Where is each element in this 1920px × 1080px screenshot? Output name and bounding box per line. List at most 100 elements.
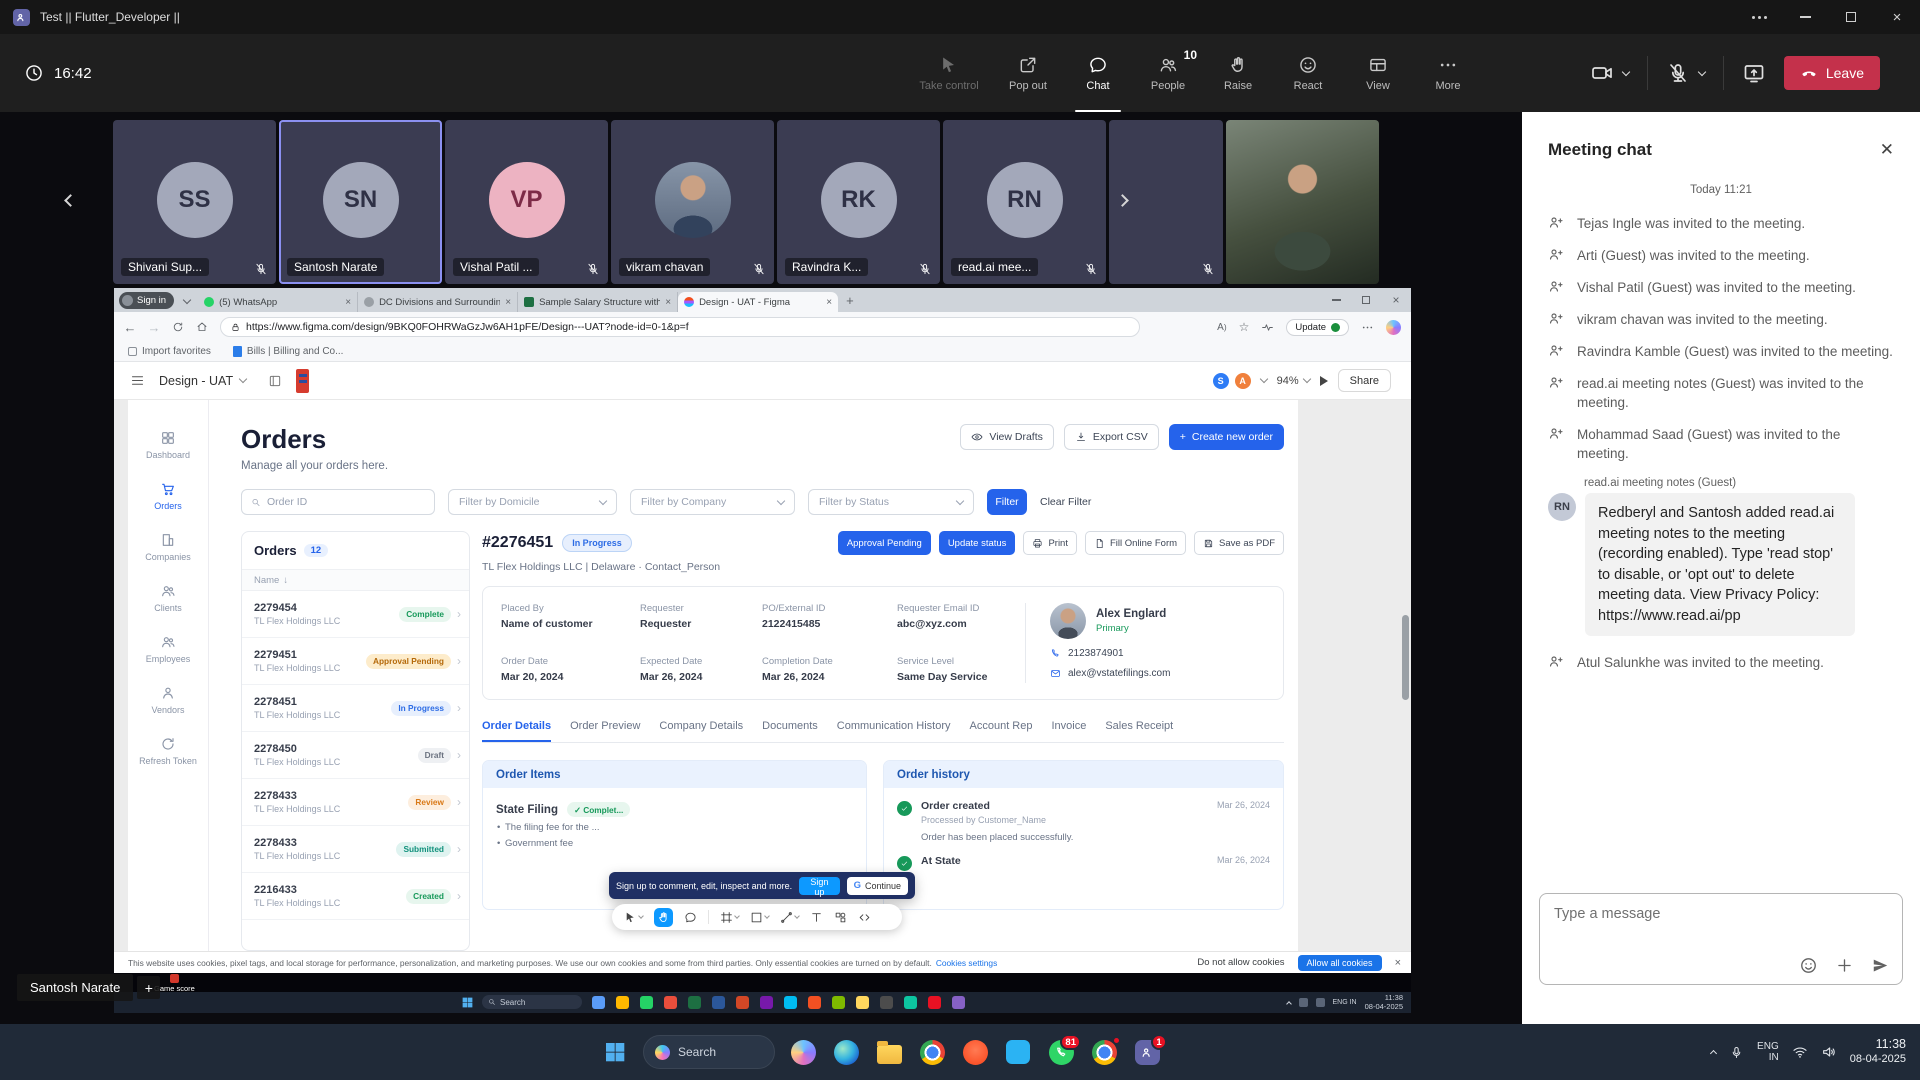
figma-pages-icon[interactable] bbox=[268, 374, 282, 388]
sidebar-item-dashboard[interactable]: Dashboard bbox=[130, 430, 206, 460]
order-list-row[interactable]: 2278451TL Flex Holdings LLC In Progress› bbox=[242, 685, 469, 732]
hand-tool-icon[interactable] bbox=[654, 908, 673, 927]
browser-menu-icon[interactable] bbox=[1361, 321, 1374, 334]
teams-icon[interactable]: 1 bbox=[1132, 1037, 1162, 1067]
collaborator-avatar[interactable]: A bbox=[1235, 373, 1251, 389]
refresh-icon[interactable] bbox=[166, 321, 190, 333]
browser-signin-chip[interactable]: Sign in bbox=[119, 292, 174, 309]
contact-phone[interactable]: 2123874901 bbox=[1050, 648, 1265, 659]
mic-chevron-icon[interactable] bbox=[1698, 67, 1706, 75]
browser-minimize-button[interactable] bbox=[1321, 288, 1351, 312]
order-list-row[interactable]: 2278450TL Flex Holdings LLC Draft› bbox=[242, 732, 469, 779]
figma-file-title[interactable]: Design - UAT bbox=[159, 374, 246, 388]
filter-status-dropdown[interactable]: Filter by Status bbox=[808, 489, 974, 515]
browser-essentials-icon[interactable] bbox=[1261, 321, 1274, 334]
print-button[interactable]: Print bbox=[1023, 531, 1077, 555]
avatars-chevron-icon[interactable] bbox=[1259, 375, 1267, 383]
whatsapp-icon[interactable]: 81 bbox=[1046, 1037, 1076, 1067]
send-icon[interactable] bbox=[1871, 956, 1890, 975]
filter-button[interactable]: Filter bbox=[987, 489, 1027, 515]
chrome-icon[interactable] bbox=[917, 1037, 947, 1067]
continue-with-google-button[interactable]: G Continue bbox=[847, 877, 908, 895]
dev-mode-tool-icon[interactable] bbox=[858, 911, 871, 924]
forward-icon[interactable]: → bbox=[142, 320, 166, 335]
chrome-profile-icon[interactable] bbox=[1089, 1037, 1119, 1067]
language-indicator[interactable]: ENGIN bbox=[1757, 1041, 1779, 1064]
canvas-scrollbar[interactable] bbox=[1402, 615, 1409, 700]
brave-icon[interactable] bbox=[960, 1037, 990, 1067]
figma-menu-icon[interactable] bbox=[130, 373, 145, 388]
order-list-row[interactable]: 2279454TL Flex Holdings LLC Complete› bbox=[242, 591, 469, 638]
browser-tab[interactable]: (5) WhatsApp× bbox=[198, 292, 358, 312]
filmstrip-prev-button[interactable] bbox=[66, 194, 75, 208]
leave-button[interactable]: Leave bbox=[1784, 56, 1880, 90]
order-list-row[interactable]: 2278433TL Flex Holdings LLC Review› bbox=[242, 779, 469, 826]
chat-input-box[interactable] bbox=[1539, 893, 1903, 985]
file-explorer-icon[interactable] bbox=[874, 1037, 904, 1067]
participant-tile[interactable]: VP Vishal Patil ... bbox=[445, 120, 608, 284]
tab-close-icon[interactable]: × bbox=[505, 297, 511, 308]
copilot-icon[interactable] bbox=[1386, 320, 1401, 335]
order-list-row[interactable]: 2279451TL Flex Holdings LLC Approval Pen… bbox=[242, 638, 469, 685]
shared-system-tray[interactable]: ENG IN 11:3808-04-2025 bbox=[1287, 994, 1404, 1011]
start-button[interactable] bbox=[600, 1037, 630, 1067]
view-drafts-button[interactable]: View Drafts bbox=[960, 424, 1054, 450]
chat-button[interactable]: Chat bbox=[1063, 34, 1133, 112]
filter-company-dropdown[interactable]: Filter by Company bbox=[630, 489, 795, 515]
pen-tool-icon[interactable] bbox=[780, 911, 799, 924]
sidebar-item-employees[interactable]: Employees bbox=[130, 634, 206, 664]
camera-control[interactable] bbox=[1590, 61, 1629, 85]
sidebar-item-companies[interactable]: Companies bbox=[130, 532, 206, 562]
sidebar-item-clients[interactable]: Clients bbox=[130, 583, 206, 613]
present-icon[interactable] bbox=[1320, 376, 1328, 386]
export-csv-button[interactable]: Export CSV bbox=[1064, 424, 1159, 450]
bookmark-item[interactable]: Bills | Billing and Co... bbox=[233, 346, 344, 357]
taskbar-search[interactable]: Search bbox=[643, 1035, 775, 1069]
tray-expand-icon[interactable] bbox=[1710, 1050, 1717, 1057]
shape-tool-icon[interactable] bbox=[750, 911, 769, 924]
order-list-row[interactable]: 2278433TL Flex Holdings LLC Submitted› bbox=[242, 826, 469, 873]
code-icon[interactable] bbox=[1003, 1037, 1033, 1067]
tab-documents[interactable]: Documents bbox=[762, 720, 818, 742]
tab-account-rep[interactable]: Account Rep bbox=[970, 720, 1033, 742]
favorite-star-icon[interactable]: ☆ bbox=[1239, 320, 1250, 334]
tab-close-icon[interactable]: × bbox=[345, 297, 351, 308]
zoom-control[interactable]: 94% bbox=[1277, 375, 1310, 387]
window-more-icon[interactable] bbox=[1736, 0, 1782, 34]
tab-sales-receipt[interactable]: Sales Receipt bbox=[1105, 720, 1173, 742]
contact-email[interactable]: alex@vstatefilings.com bbox=[1050, 668, 1265, 679]
order-list-row[interactable]: 2216433TL Flex Holdings LLC Created› bbox=[242, 873, 469, 920]
raise-hand-button[interactable]: Raise bbox=[1203, 34, 1273, 112]
filmstrip-next-button[interactable] bbox=[1118, 194, 1127, 208]
update-status-button[interactable]: Update status bbox=[939, 531, 1016, 555]
sidebar-item-refresh-token[interactable]: Refresh Token bbox=[130, 736, 206, 766]
url-bar[interactable]: https://www.figma.com/design/9BKQ0FOHRWa… bbox=[220, 317, 1140, 337]
participant-tile[interactable]: RK Ravindra K... bbox=[777, 120, 940, 284]
shared-taskbar-icons[interactable] bbox=[592, 996, 965, 1009]
browser-tab[interactable]: DC Divisions and Surroundings× bbox=[358, 292, 518, 312]
chat-close-icon[interactable]: ✕ bbox=[1880, 140, 1894, 160]
filter-domicile-dropdown[interactable]: Filter by Domicile bbox=[448, 489, 617, 515]
allow-cookies-button[interactable]: Allow all cookies bbox=[1298, 955, 1382, 971]
view-button[interactable]: View bbox=[1343, 34, 1413, 112]
signup-button[interactable]: Sign up bbox=[799, 877, 839, 895]
sidebar-item-vendors[interactable]: Vendors bbox=[130, 685, 206, 715]
message-input[interactable] bbox=[1554, 906, 1887, 922]
text-tool-icon[interactable] bbox=[810, 911, 823, 924]
more-button[interactable]: More bbox=[1413, 34, 1483, 112]
browser-tab[interactable]: Sample Salary Structure with cal...× bbox=[518, 292, 678, 312]
shared-search-box[interactable]: Search bbox=[482, 995, 582, 1009]
sidebar-item-orders[interactable]: Orders bbox=[130, 481, 206, 511]
attach-plus-icon[interactable] bbox=[1835, 956, 1854, 975]
participant-tile[interactable]: SS Shivani Sup... bbox=[113, 120, 276, 284]
tray-mic-icon[interactable] bbox=[1729, 1045, 1744, 1060]
participant-tile[interactable]: vikram chavan bbox=[611, 120, 774, 284]
clear-filter-button[interactable]: Clear Filter bbox=[1040, 496, 1091, 508]
tab-search-chevron-icon[interactable] bbox=[183, 296, 191, 304]
shared-start-icon[interactable] bbox=[461, 996, 474, 1009]
tab-communication-history[interactable]: Communication History bbox=[837, 720, 951, 742]
resources-tool-icon[interactable] bbox=[834, 911, 847, 924]
order-id-search-input[interactable] bbox=[241, 489, 435, 515]
wifi-icon[interactable] bbox=[1792, 1044, 1808, 1060]
participant-tile[interactable]: RN read.ai mee... bbox=[943, 120, 1106, 284]
